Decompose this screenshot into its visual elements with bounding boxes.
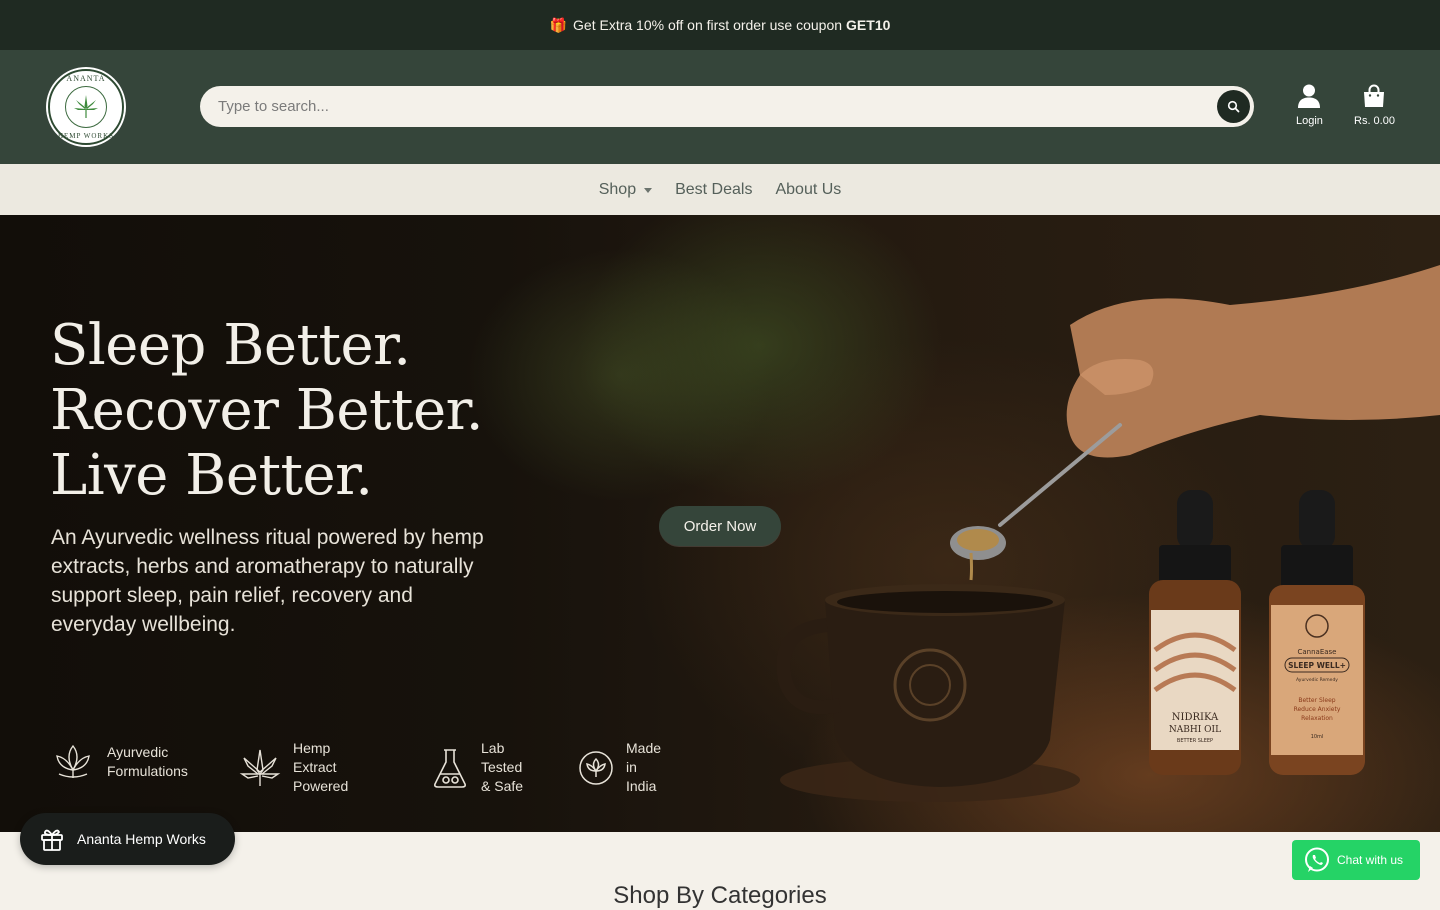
announcement-bar: 🎁 Get Extra 10% off on first order use c… bbox=[0, 0, 1440, 50]
feature-line1: Made in bbox=[626, 740, 662, 775]
search-bar bbox=[200, 86, 1254, 127]
feature-line2: Powered bbox=[293, 778, 349, 794]
feature-line2: & Safe bbox=[481, 778, 524, 794]
search-icon bbox=[1227, 100, 1240, 113]
bottle-line1: NIDRIKA bbox=[1172, 712, 1219, 723]
bottle-benefit: Relaxation bbox=[1301, 715, 1333, 722]
nav-item-label: Best Deals bbox=[675, 180, 753, 198]
feature-line1: Hemp Extract bbox=[293, 740, 337, 775]
bottle-line2: NABHI OIL bbox=[1169, 725, 1221, 735]
search-button[interactable] bbox=[1217, 90, 1250, 123]
feature-ayurvedic: Ayurvedic Formulations bbox=[50, 739, 188, 785]
shopping-bag-icon bbox=[1364, 84, 1385, 107]
hero-banner: NIDRIKA NABHI OIL BETTER SLEEP CannaEase… bbox=[0, 215, 1440, 832]
bottle-benefit: Reduce Anxiety bbox=[1294, 706, 1341, 713]
user-icon bbox=[1298, 84, 1321, 108]
india-emblem-icon bbox=[577, 745, 615, 791]
hero-headline: Sleep Better. Recover Better. Live Bette… bbox=[50, 313, 484, 508]
site-header: ANANTA HEMP WORKS Type to search... Logi… bbox=[0, 50, 1440, 164]
nav-item-shop[interactable]: Shop bbox=[598, 180, 653, 199]
bottle-tag: Ayurvedic Remedy bbox=[1296, 677, 1338, 683]
bottle-brand: CannaEase bbox=[1297, 648, 1336, 656]
cart-link[interactable]: Rs. 0.00 bbox=[1354, 83, 1395, 127]
login-link[interactable]: Login bbox=[1296, 83, 1323, 127]
nav-item-label: Shop bbox=[598, 180, 637, 198]
whatsapp-icon bbox=[1303, 846, 1331, 874]
hero-headline-line: Recover Better. bbox=[50, 378, 484, 443]
feature-hemp-extract: Hemp Extract Powered bbox=[238, 739, 350, 796]
feature-line2: Formulations bbox=[107, 763, 188, 779]
feature-lab-tested: Lab Tested & Safe bbox=[430, 739, 524, 796]
logo-text-bottom: HEMP WORKS bbox=[57, 132, 115, 140]
sleep-well-bottle-illustration: CannaEase SLEEP WELL+ Ayurvedic Remedy B… bbox=[1269, 490, 1365, 775]
cart-total: Rs. 0.00 bbox=[1354, 115, 1395, 127]
bottle-line3: BETTER SLEEP bbox=[1177, 738, 1213, 744]
logo-ring: ANANTA HEMP WORKS bbox=[48, 69, 124, 145]
section-title: Shop By Categories bbox=[613, 882, 827, 909]
feature-line1: Ayurvedic bbox=[107, 744, 169, 760]
flask-icon bbox=[430, 745, 470, 791]
hemp-leaf-icon bbox=[238, 745, 282, 791]
gift-icon: 🎁 bbox=[549, 16, 568, 33]
bottle-volume: 10ml bbox=[1311, 734, 1324, 740]
bottle-name: SLEEP WELL+ bbox=[1288, 661, 1346, 670]
whatsapp-chat-button[interactable]: Chat with us bbox=[1292, 840, 1420, 880]
bottle-benefit: Better Sleep bbox=[1298, 697, 1335, 704]
feature-made-in-india: Made in India bbox=[577, 739, 663, 796]
gift-icon bbox=[39, 826, 65, 852]
announcement-text: Get Extra 10% off on first order use cou… bbox=[573, 17, 843, 33]
rewards-label: Ananta Hemp Works bbox=[77, 831, 206, 847]
search-input[interactable] bbox=[200, 86, 1216, 127]
chevron-down-icon bbox=[644, 188, 653, 193]
feature-line2: India bbox=[626, 778, 657, 794]
feature-line1: Lab Tested bbox=[481, 740, 523, 775]
rewards-launcher[interactable]: Ananta Hemp Works bbox=[20, 813, 235, 865]
hero-subtext: An Ayurvedic wellness ritual powered by … bbox=[51, 526, 484, 636]
nav-item-about-us[interactable]: About Us bbox=[775, 181, 841, 199]
hero-headline-line: Sleep Better. bbox=[50, 313, 411, 378]
nidrika-bottle-illustration: NIDRIKA NABHI OIL BETTER SLEEP bbox=[1149, 490, 1241, 775]
login-label: Login bbox=[1296, 115, 1323, 127]
hemp-leaf-icon bbox=[65, 86, 107, 128]
site-logo[interactable]: ANANTA HEMP WORKS bbox=[46, 67, 126, 147]
hero-headline-line: Live Better. bbox=[50, 443, 373, 508]
nav-item-best-deals[interactable]: Best Deals bbox=[675, 181, 752, 199]
whatsapp-label: Chat with us bbox=[1337, 853, 1404, 867]
order-now-button[interactable]: Order Now bbox=[659, 506, 781, 546]
main-nav: Shop Best Deals About Us bbox=[0, 164, 1440, 215]
coupon-code: GET10 bbox=[846, 17, 891, 33]
nav-item-label: About Us bbox=[775, 180, 842, 198]
lotus-icon bbox=[50, 739, 96, 785]
logo-text-top: ANANTA bbox=[66, 74, 106, 83]
